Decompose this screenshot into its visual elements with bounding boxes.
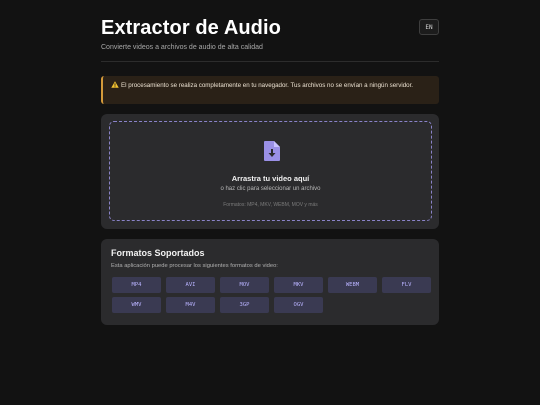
notice-text: El procesamiento se realiza completament… [121, 82, 414, 89]
format-chip: MP4 [112, 277, 161, 293]
formats-description: Esta aplicación puede procesar los sigui… [111, 263, 278, 269]
format-chip: OGV [274, 297, 323, 313]
page-title: Extractor de Audio [101, 17, 281, 39]
format-chip: M4V [166, 297, 215, 313]
file-dropzone[interactable]: Arrastra tu video aquí o haz clic para s… [109, 121, 432, 221]
format-chip: 3GP [220, 297, 269, 313]
format-chip: WMV [112, 297, 161, 313]
dropzone-title: Arrastra tu video aquí [231, 174, 310, 183]
warning-icon [111, 81, 119, 88]
supported-formats-card: Formatos Soportados Esta aplicación pued… [101, 239, 439, 325]
page-subtitle: Convierte videos a archivos de audio de … [101, 44, 263, 51]
page: Extractor de Audio Convierte videos a ar… [0, 0, 540, 405]
upload-card: Arrastra tu video aquí o haz clic para s… [101, 114, 439, 229]
dropzone-subtitle: o haz clic para seleccionar un archivo [220, 186, 321, 192]
formats-title: Formatos Soportados [111, 248, 205, 258]
language-toggle-button[interactable]: EN [419, 19, 439, 35]
file-download-icon [264, 141, 280, 161]
dropzone-formats-hint: Formatos: MP4, MKV, WEBM, MOV y más [223, 202, 318, 208]
format-chip: MOV [220, 277, 269, 293]
format-chip: MKV [274, 277, 323, 293]
notice-message: El procesamiento se realiza completament… [111, 81, 429, 90]
format-chip-list: MP4 AVI MOV MKV WEBM FLV WMV M4V 3GP OGV [112, 277, 432, 313]
format-chip: FLV [382, 277, 431, 293]
privacy-notice: El procesamiento se realiza completament… [101, 76, 439, 104]
format-chip: AVI [166, 277, 215, 293]
header-divider [101, 61, 439, 62]
format-chip: WEBM [328, 277, 377, 293]
